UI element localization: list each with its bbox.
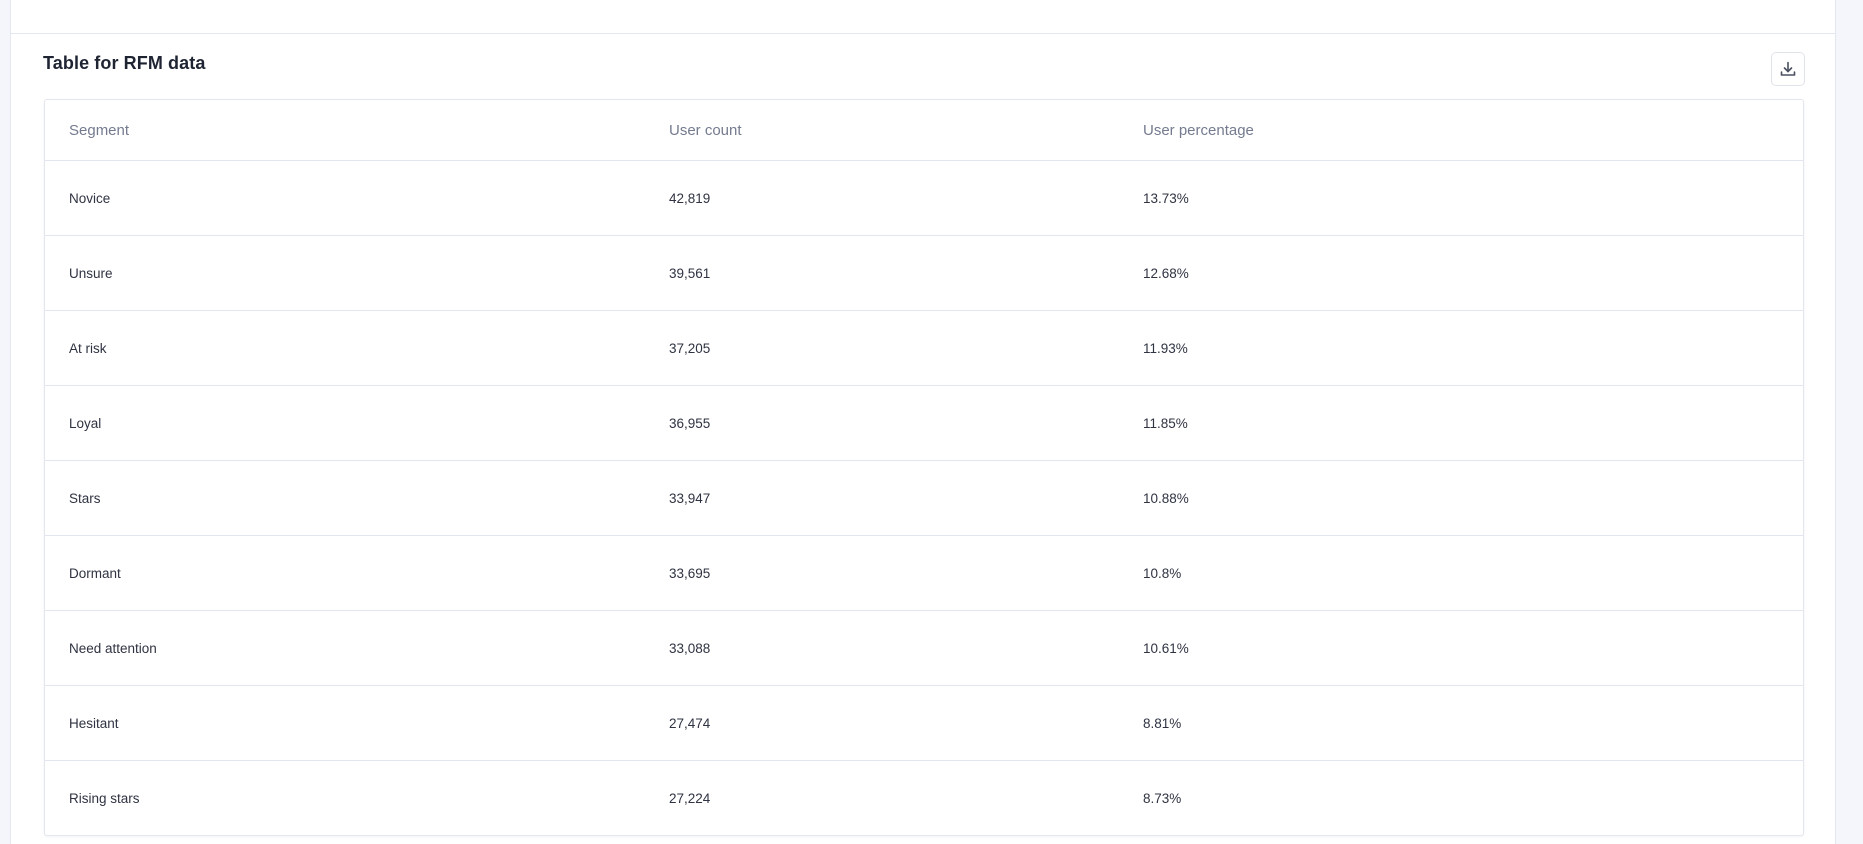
user-count-cell: 37,205 [645, 310, 1119, 386]
table-row[interactable]: Unsure 39,561 12.68% [45, 235, 1803, 311]
segment-cell: Hesitant [45, 685, 645, 761]
user-count-cell: 39,561 [645, 235, 1119, 311]
user-percentage-cell: 10.88% [1119, 460, 1803, 536]
segment-cell: Unsure [45, 235, 645, 311]
table-row[interactable]: At risk 37,205 11.93% [45, 310, 1803, 386]
segment-cell: Stars [45, 460, 645, 536]
segment-cell: Loyal [45, 385, 645, 461]
user-count-cell: 36,955 [645, 385, 1119, 461]
user-count-cell: 27,224 [669, 790, 711, 806]
page: Table for RFM data Segment User count Us… [0, 0, 1863, 844]
table-row[interactable]: Hesitant 27,474 8.81% [45, 685, 1803, 761]
user-count-cell: 33,088 [645, 610, 1119, 686]
table-row[interactable]: Novice 42,819 13.73% [45, 160, 1803, 236]
rfm-table: Segment User count User percentage Novic… [44, 99, 1804, 836]
user-percentage-cell: 10.8% [1119, 535, 1803, 611]
download-icon [1779, 60, 1797, 78]
column-header-user-percentage[interactable]: User percentage [1119, 100, 1803, 161]
download-button[interactable] [1771, 52, 1805, 86]
previous-card-edge [11, 0, 1835, 34]
user-percentage-cell: 8.81% [1119, 685, 1803, 761]
column-header-segment[interactable]: Segment [45, 100, 645, 161]
user-count-cell: 33,695 [645, 535, 1119, 611]
column-header-user-count[interactable]: User count [645, 100, 1119, 161]
segment-cell: Dormant [45, 535, 645, 611]
user-count-cell: 27,474 [645, 685, 1119, 761]
segment-cell: Novice [45, 160, 645, 236]
user-percentage-cell: 8.73% [1143, 790, 1182, 806]
table-header-row: Segment User count User percentage [45, 100, 1803, 161]
user-count-cell: 33,947 [645, 460, 1119, 536]
user-percentage-cell: 13.73% [1119, 160, 1803, 236]
table-row[interactable]: Stars 33,947 10.88% [45, 460, 1803, 536]
table-row[interactable]: Rising stars 27,224 8.73% [45, 761, 1803, 836]
table-row[interactable]: Need attention 33,088 10.61% [45, 610, 1803, 686]
user-count-cell: 42,819 [645, 160, 1119, 236]
segment-cell: At risk [45, 310, 645, 386]
user-percentage-cell: 10.61% [1119, 610, 1803, 686]
user-percentage-cell: 12.68% [1119, 235, 1803, 311]
content-panel: Table for RFM data Segment User count Us… [10, 0, 1836, 844]
card-title: Table for RFM data [43, 53, 206, 73]
table-row[interactable]: Dormant 33,695 10.8% [45, 535, 1803, 611]
segment-cell: Rising stars [69, 790, 140, 806]
table-row[interactable]: Loyal 36,955 11.85% [45, 385, 1803, 461]
user-percentage-cell: 11.93% [1119, 310, 1803, 386]
segment-cell: Need attention [45, 610, 645, 686]
rfm-data-table: Segment User count User percentage Novic… [45, 100, 1803, 835]
user-percentage-cell: 11.85% [1119, 385, 1803, 461]
